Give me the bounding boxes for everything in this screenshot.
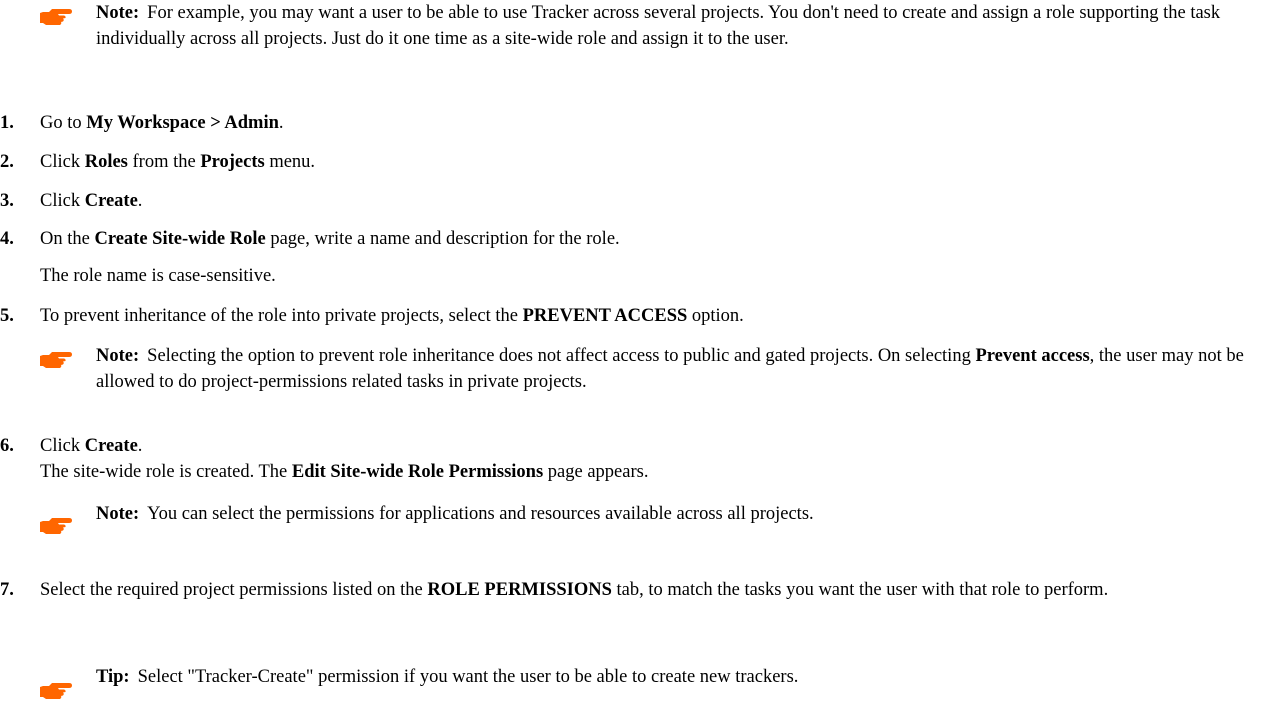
- step-6: 6. Click Create. The site-wide role is c…: [0, 433, 1255, 485]
- step-text: Click Create.: [40, 436, 143, 456]
- document-page: Note: For example, you may want a user to…: [0, 0, 1261, 721]
- step-text: Click Create.: [40, 191, 143, 211]
- step-text: Click Roles from the Projects menu.: [40, 152, 316, 172]
- step-number: 6.: [0, 436, 14, 456]
- step-subtext: The site-wide role is created. The Edit …: [40, 462, 649, 482]
- step-number: 1.: [0, 113, 14, 133]
- step-subtext: The role name is case-sensitive.: [40, 266, 276, 286]
- step-6-note: Note: You can select the permissions for …: [40, 501, 1246, 534]
- step-5-note: Note: Selecting the option to prevent rol…: [40, 343, 1246, 395]
- step-5: 5. To prevent inheritance of the role in…: [0, 303, 1255, 329]
- note-label: Note:: [96, 504, 140, 524]
- step-number: 7.: [0, 580, 14, 600]
- pointing-hand-icon: [40, 683, 72, 699]
- note-label: Note:: [96, 3, 140, 23]
- step-text: To prevent inheritance of the role into …: [40, 306, 744, 326]
- step-1: 1. Go to My Workspace > Admin.: [0, 110, 1255, 136]
- step-text: Select the required project permissions …: [40, 580, 1109, 600]
- step-number: 2.: [0, 152, 14, 172]
- pointing-hand-icon: [40, 352, 72, 368]
- step-number: 5.: [0, 306, 14, 326]
- step-7-tip: Tip: Select "Tracker-Create" permission i…: [40, 664, 1246, 699]
- note-label: Note:: [96, 346, 140, 366]
- step-2: 2. Click Roles from the Projects menu.: [0, 149, 1255, 175]
- pointing-hand-icon: [40, 518, 72, 534]
- menu-path: My Workspace > Admin: [86, 113, 279, 133]
- pointing-hand-icon: [40, 9, 72, 25]
- step-3: 3. Click Create.: [0, 188, 1255, 214]
- tip-label: Tip:: [96, 667, 130, 687]
- note-text: For example, you may want a user to be a…: [96, 3, 1221, 49]
- step-number: 4.: [0, 229, 14, 249]
- step-7: 7. Select the required project permissio…: [0, 577, 1255, 603]
- intro-note: Note: For example, you may want a user to…: [40, 0, 1246, 52]
- step-number: 3.: [0, 191, 14, 211]
- step-text: On the Create Site-wide Role page, write…: [40, 229, 620, 249]
- step-text: Go to My Workspace > Admin.: [40, 113, 284, 133]
- step-4: 4. On the Create Site-wide Role page, wr…: [0, 226, 1255, 289]
